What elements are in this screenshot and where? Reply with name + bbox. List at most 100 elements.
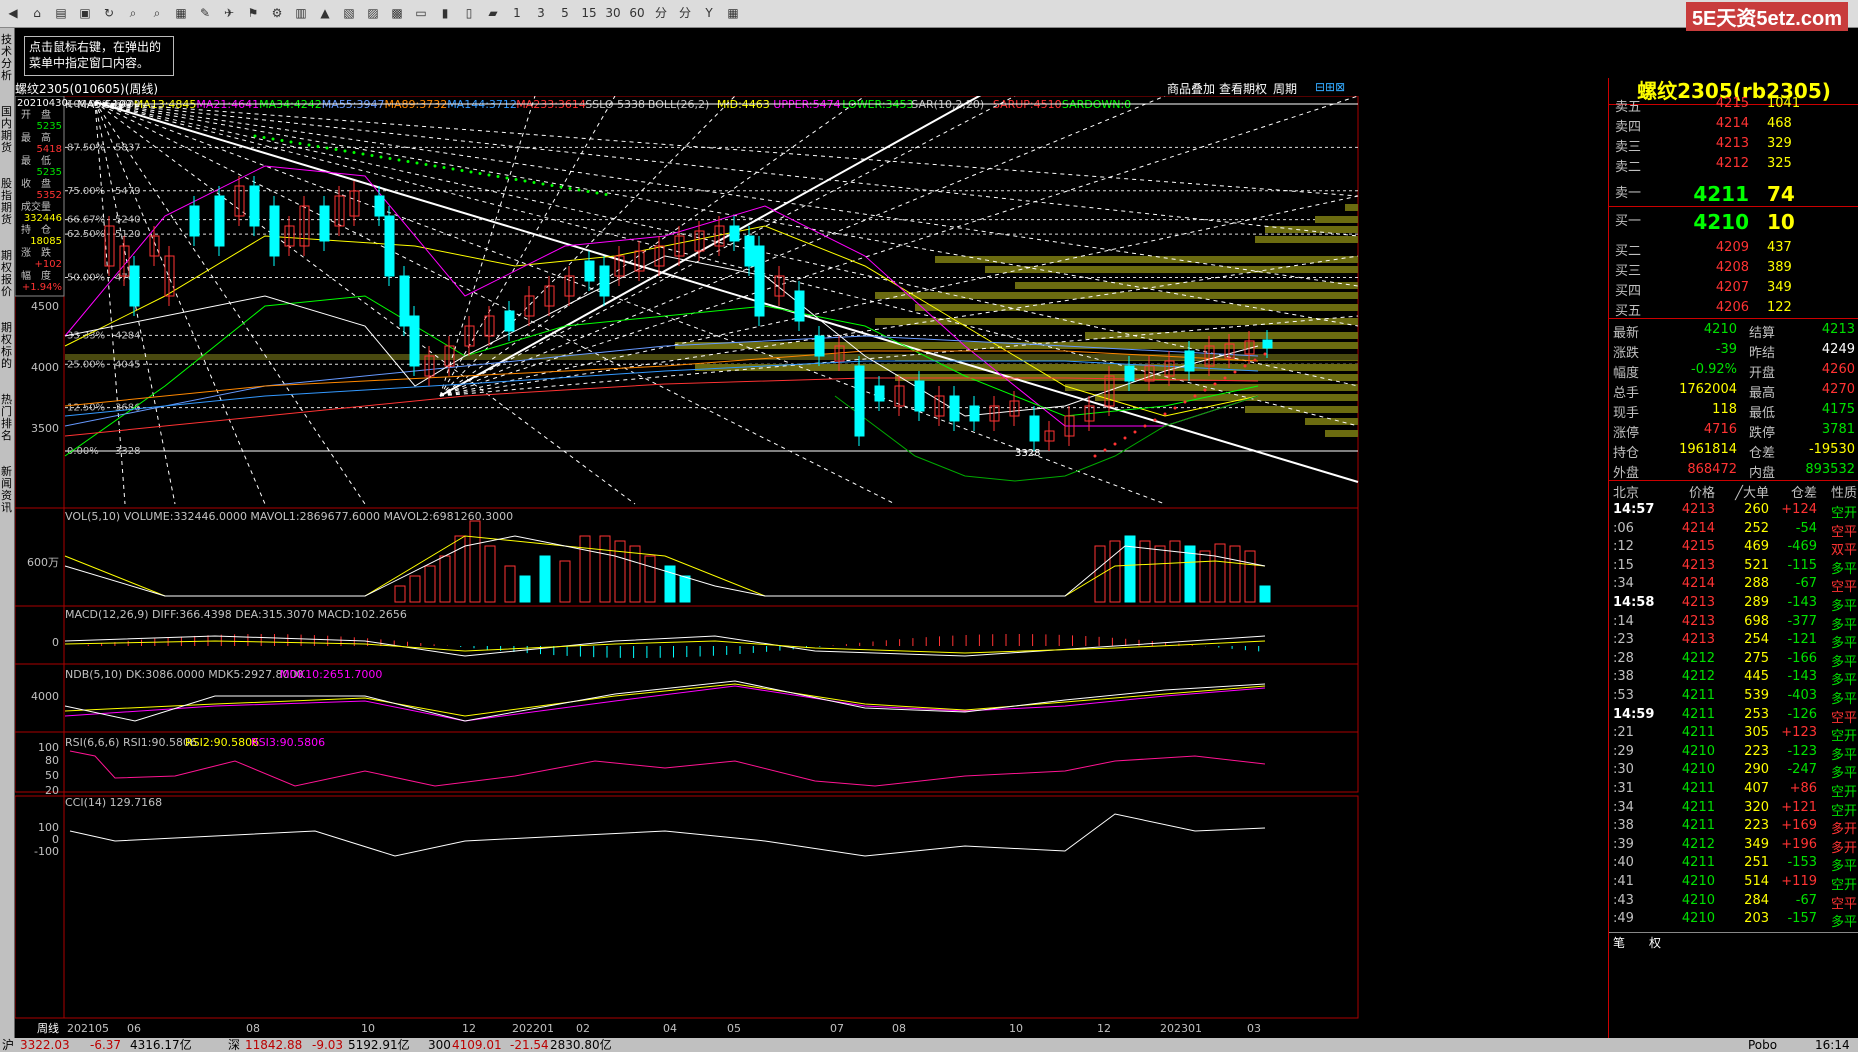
tick-oi-change: +121 bbox=[1781, 799, 1817, 815]
tick-row: :39 4212 349 +196 多开 bbox=[1609, 837, 1858, 857]
stat-row: 持仓 1961814 仓差 -19530 bbox=[1609, 442, 1858, 462]
toolbar-button-icon[interactable]: ⌕ bbox=[124, 4, 142, 22]
toolbar-button-icon[interactable]: ⌕ bbox=[148, 4, 166, 22]
tick-volume: 252 bbox=[1744, 520, 1769, 536]
tick-nature: 空平 bbox=[1830, 524, 1857, 540]
left-tab[interactable]: 期权标的 bbox=[1, 322, 13, 370]
toolbar-button-icon[interactable]: ↻ bbox=[100, 4, 118, 22]
toolbar-button-icon[interactable]: ✈ bbox=[220, 4, 238, 22]
main-chart-area[interactable]: KMA5:5197MA13:4845MA21:4641MA34:4242MA55… bbox=[14, 89, 1607, 1038]
sar-dot bbox=[1223, 376, 1227, 380]
toolbar-button-icon[interactable]: 分 bbox=[676, 4, 694, 22]
toolbar-button-icon[interactable]: ✎ bbox=[196, 4, 214, 22]
sar-dot bbox=[604, 193, 608, 196]
gann-fan-line bbox=[94, 101, 896, 505]
volume-bar bbox=[1154, 545, 1166, 603]
candle-body bbox=[189, 205, 200, 237]
toolbar-button-icon[interactable]: 60 bbox=[628, 4, 646, 22]
volume-bar bbox=[439, 555, 451, 603]
tick-row: :38 4211 223 +169 多开 bbox=[1609, 818, 1858, 838]
toolbar-button-icon[interactable]: 分 bbox=[652, 4, 670, 22]
ask-row: 卖二 4212 325 bbox=[1609, 156, 1858, 176]
rsi-axis-label: 50 bbox=[45, 769, 59, 782]
bid-price: 4208 bbox=[1715, 260, 1749, 275]
toolbar-button-icon[interactable]: ▮ bbox=[436, 4, 454, 22]
toolbar-button-icon[interactable]: ▲ bbox=[316, 4, 334, 22]
stat-row: 现手 118 最低 4175 bbox=[1609, 402, 1858, 422]
toolbar-button-icon[interactable]: 1 bbox=[508, 4, 526, 22]
toolbar-button-icon[interactable]: 3 bbox=[532, 4, 550, 22]
gann-fan-line bbox=[94, 101, 1359, 197]
candle-body bbox=[949, 395, 960, 422]
ask-volume: 74 bbox=[1767, 182, 1795, 206]
tick-time: :21 bbox=[1613, 725, 1634, 741]
volume-profile-bar bbox=[1015, 282, 1358, 289]
sar-dot bbox=[586, 190, 590, 193]
toolbar-button-icon[interactable]: ▦ bbox=[724, 4, 742, 22]
toolbar-button-icon[interactable]: ⚑ bbox=[244, 4, 262, 22]
view-options-link[interactable]: 查看期权 bbox=[1219, 80, 1267, 97]
time-axis-label: 08 bbox=[892, 1022, 906, 1035]
rsi2-label: RSI2:90.5806 bbox=[185, 736, 259, 749]
toolbar-button-icon[interactable]: ▤ bbox=[52, 4, 70, 22]
toolbar-button-icon[interactable]: 15 bbox=[580, 4, 598, 22]
price-axis-label: 4000 bbox=[31, 361, 59, 374]
sar-dot bbox=[1163, 412, 1167, 416]
tick-nature: 空开 bbox=[1830, 506, 1857, 521]
overlay-commodity-link[interactable]: 商品叠加 bbox=[1167, 80, 1215, 97]
tick-nature: 多开 bbox=[1830, 822, 1857, 838]
period-link[interactable]: 周期 bbox=[1273, 80, 1297, 97]
toolbar-button-icon[interactable]: ▭ bbox=[412, 4, 430, 22]
tick-row: :06 4214 252 -54 空平 bbox=[1609, 521, 1858, 541]
ask-label: 卖四 bbox=[1615, 120, 1642, 135]
left-tab[interactable]: 新闻资讯 bbox=[1, 466, 13, 514]
tick-oi-change: -157 bbox=[1787, 911, 1817, 927]
toolbar-button-icon[interactable]: ▯ bbox=[460, 4, 478, 22]
volume-bar bbox=[1139, 540, 1151, 603]
tick-oi-change: -469 bbox=[1787, 539, 1817, 555]
candle-body bbox=[814, 335, 825, 357]
data-window-label: 收 盘 bbox=[21, 177, 51, 190]
tick-header: 仓差 bbox=[1790, 486, 1817, 501]
volume-bar bbox=[454, 535, 466, 603]
chart-canvas[interactable]: KMA5:5197MA13:4845MA21:4641MA34:4242MA55… bbox=[14, 89, 1607, 1038]
status-item: 16:14 bbox=[1815, 1038, 1850, 1052]
rsi-axis-label: 20 bbox=[45, 784, 59, 797]
toolbar-button-icon[interactable]: ▧ bbox=[340, 4, 358, 22]
left-tab[interactable]: 国内期货 bbox=[1, 106, 13, 154]
toolbar-button-icon[interactable]: ◀ bbox=[4, 4, 22, 22]
tick-time: :29 bbox=[1613, 743, 1634, 759]
toolbar-button-icon[interactable]: ▣ bbox=[76, 4, 94, 22]
fib-label: 66.67% bbox=[67, 215, 105, 226]
zoom-controls-icon[interactable]: ⊟⊞⊠ bbox=[1315, 80, 1345, 94]
toolbar-button-icon[interactable]: Y bbox=[700, 4, 718, 22]
tick-volume: 469 bbox=[1744, 539, 1769, 555]
toolbar-button-icon[interactable]: ▦ bbox=[172, 4, 190, 22]
toolbar-button-icon[interactable]: ⚙ bbox=[268, 4, 286, 22]
sar-dot bbox=[523, 179, 527, 183]
toolbar-button-icon[interactable]: 5 bbox=[556, 4, 574, 22]
candle-body bbox=[744, 235, 755, 267]
bid-row: 买四 4207 349 bbox=[1609, 280, 1858, 300]
stat-label: 外盘 bbox=[1613, 466, 1640, 481]
toolbar-button-icon[interactable]: ▰ bbox=[484, 4, 502, 22]
sar-dot bbox=[1243, 364, 1247, 368]
stat-label: 昨结 bbox=[1749, 346, 1776, 361]
tick-volume: 289 bbox=[1744, 595, 1769, 610]
quote-tab[interactable]: 笔 bbox=[1613, 934, 1625, 951]
left-tab[interactable]: 热门排名 bbox=[1, 394, 13, 442]
tick-time: 14:58 bbox=[1613, 595, 1655, 610]
left-tab[interactable]: 期权报价 bbox=[1, 250, 13, 298]
toolbar-button-icon[interactable]: ▩ bbox=[388, 4, 406, 22]
quote-tab[interactable]: 权 bbox=[1649, 934, 1661, 951]
toolbar-button-icon[interactable]: ⌂ bbox=[28, 4, 46, 22]
toolbar-button-icon[interactable]: ▥ bbox=[292, 4, 310, 22]
left-tab[interactable]: 技术分析 bbox=[1, 34, 13, 82]
toolbar-button-icon[interactable]: 30 bbox=[604, 4, 622, 22]
left-tab[interactable]: 股指期货 bbox=[1, 178, 13, 226]
tick-price: 4211 bbox=[1681, 799, 1715, 815]
time-axis-label: 08 bbox=[246, 1022, 260, 1035]
bid-volume: 122 bbox=[1767, 300, 1792, 315]
tick-row: :41 4210 514 +119 空开 bbox=[1609, 874, 1858, 894]
toolbar-button-icon[interactable]: ▨ bbox=[364, 4, 382, 22]
